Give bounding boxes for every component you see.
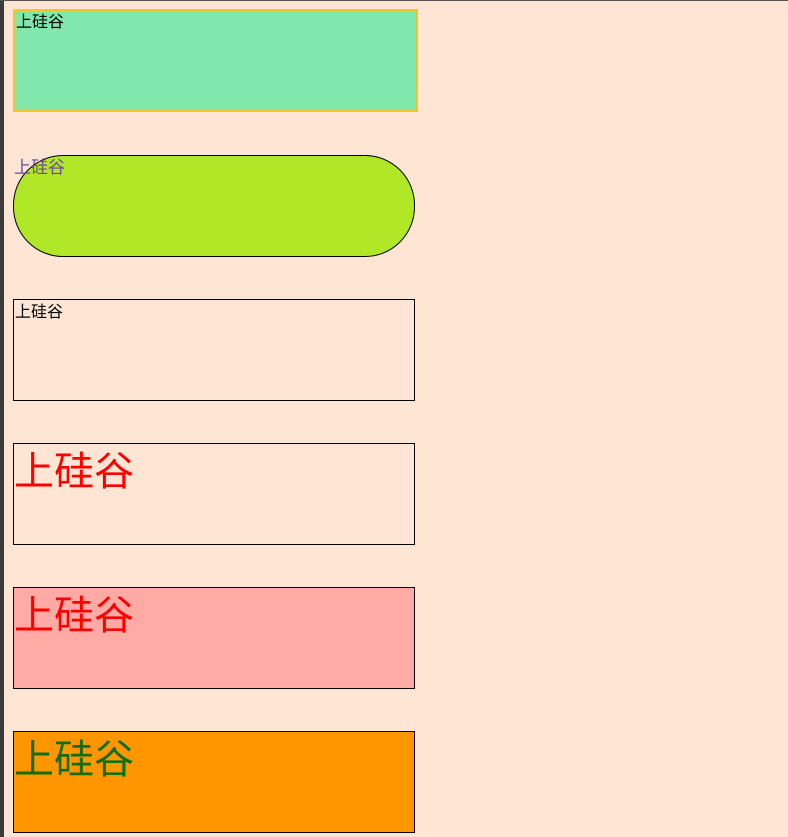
outlined-box-large-red-text: 上硅谷	[13, 443, 415, 545]
box-text: 上硅谷	[14, 158, 65, 178]
orange-box-large-green-text: 上硅谷	[13, 731, 415, 833]
box-text: 上硅谷	[14, 449, 134, 495]
box-text: 上硅谷	[14, 593, 134, 639]
pink-box-large-red-text: 上硅谷	[13, 587, 415, 689]
box-text: 上硅谷	[15, 302, 64, 321]
top-window-edge	[0, 0, 788, 1]
rounded-lime-box: 上硅谷	[13, 155, 415, 257]
left-window-edge	[0, 0, 4, 837]
box-text: 上硅谷	[14, 737, 134, 783]
box-text: 上硅谷	[16, 12, 65, 31]
outlined-box: 上硅谷	[13, 299, 415, 401]
green-box-yellow-border: 上硅谷	[13, 9, 418, 112]
